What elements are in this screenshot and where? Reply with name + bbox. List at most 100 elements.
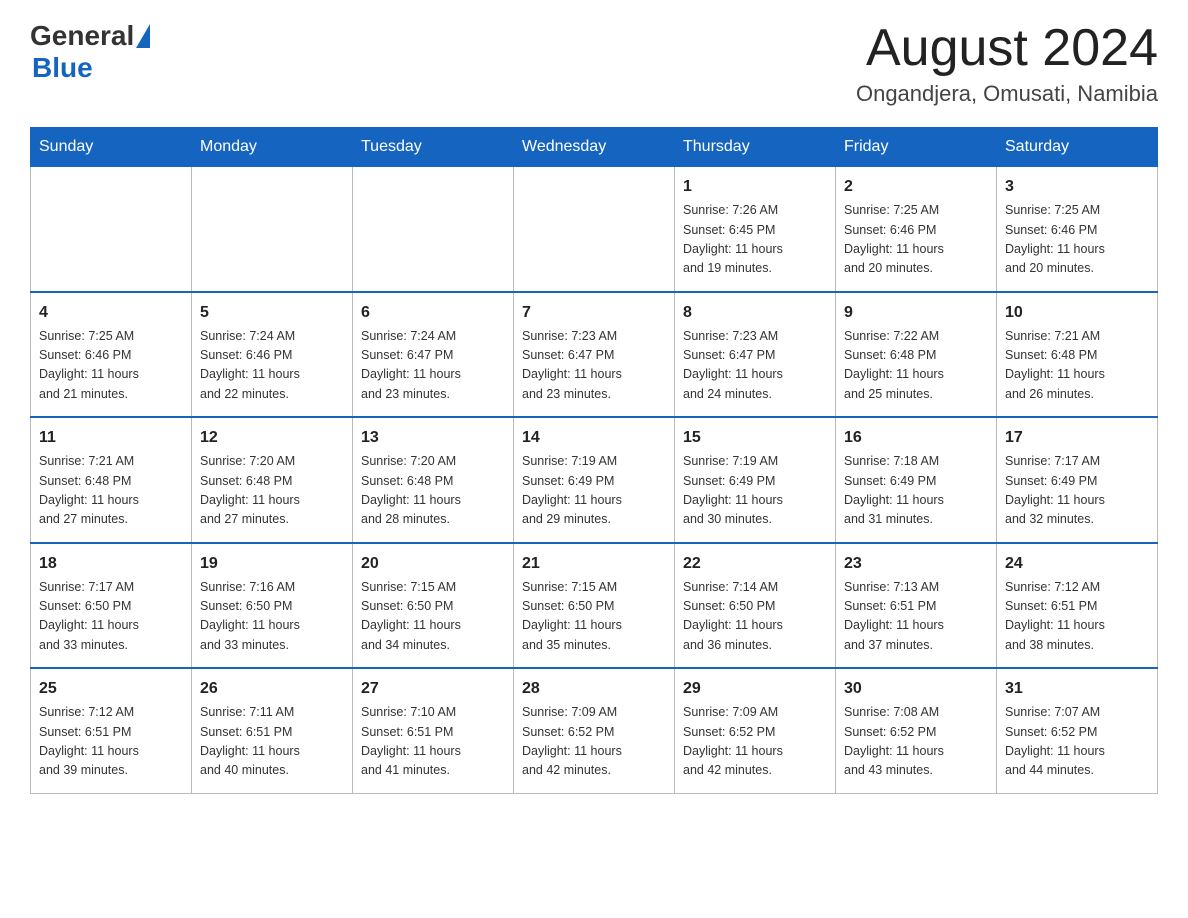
day-number: 30 bbox=[844, 677, 988, 701]
day-number: 14 bbox=[522, 426, 666, 450]
calendar-day-cell bbox=[353, 167, 514, 292]
calendar-day-cell: 29Sunrise: 7:09 AMSunset: 6:52 PMDayligh… bbox=[675, 668, 836, 793]
day-info: Sunrise: 7:19 AMSunset: 6:49 PMDaylight:… bbox=[522, 452, 666, 530]
calendar-day-cell: 20Sunrise: 7:15 AMSunset: 6:50 PMDayligh… bbox=[353, 543, 514, 669]
day-number: 24 bbox=[1005, 552, 1149, 576]
calendar-day-cell: 31Sunrise: 7:07 AMSunset: 6:52 PMDayligh… bbox=[997, 668, 1158, 793]
calendar-day-cell: 1Sunrise: 7:26 AMSunset: 6:45 PMDaylight… bbox=[675, 167, 836, 292]
day-of-week-header: Saturday bbox=[997, 128, 1158, 167]
day-info: Sunrise: 7:13 AMSunset: 6:51 PMDaylight:… bbox=[844, 578, 988, 656]
day-number: 3 bbox=[1005, 175, 1149, 199]
calendar-day-cell: 18Sunrise: 7:17 AMSunset: 6:50 PMDayligh… bbox=[31, 543, 192, 669]
day-number: 31 bbox=[1005, 677, 1149, 701]
calendar-day-cell: 25Sunrise: 7:12 AMSunset: 6:51 PMDayligh… bbox=[31, 668, 192, 793]
day-number: 18 bbox=[39, 552, 183, 576]
day-number: 16 bbox=[844, 426, 988, 450]
calendar-day-cell bbox=[514, 167, 675, 292]
calendar-day-cell: 17Sunrise: 7:17 AMSunset: 6:49 PMDayligh… bbox=[997, 417, 1158, 543]
calendar-day-cell: 27Sunrise: 7:10 AMSunset: 6:51 PMDayligh… bbox=[353, 668, 514, 793]
day-info: Sunrise: 7:21 AMSunset: 6:48 PMDaylight:… bbox=[1005, 327, 1149, 405]
day-number: 5 bbox=[200, 301, 344, 325]
calendar-day-cell: 14Sunrise: 7:19 AMSunset: 6:49 PMDayligh… bbox=[514, 417, 675, 543]
day-number: 6 bbox=[361, 301, 505, 325]
page-header: General Blue August 2024 Ongandjera, Omu… bbox=[30, 20, 1158, 107]
day-number: 20 bbox=[361, 552, 505, 576]
title-section: August 2024 Ongandjera, Omusati, Namibia bbox=[856, 20, 1158, 107]
day-info: Sunrise: 7:24 AMSunset: 6:46 PMDaylight:… bbox=[200, 327, 344, 405]
day-number: 12 bbox=[200, 426, 344, 450]
calendar-day-cell bbox=[192, 167, 353, 292]
day-info: Sunrise: 7:17 AMSunset: 6:50 PMDaylight:… bbox=[39, 578, 183, 656]
day-info: Sunrise: 7:24 AMSunset: 6:47 PMDaylight:… bbox=[361, 327, 505, 405]
day-number: 28 bbox=[522, 677, 666, 701]
day-info: Sunrise: 7:12 AMSunset: 6:51 PMDaylight:… bbox=[1005, 578, 1149, 656]
calendar-week-row: 4Sunrise: 7:25 AMSunset: 6:46 PMDaylight… bbox=[31, 292, 1158, 418]
calendar-day-cell: 16Sunrise: 7:18 AMSunset: 6:49 PMDayligh… bbox=[836, 417, 997, 543]
day-info: Sunrise: 7:25 AMSunset: 6:46 PMDaylight:… bbox=[39, 327, 183, 405]
day-of-week-header: Wednesday bbox=[514, 128, 675, 167]
calendar-day-cell: 5Sunrise: 7:24 AMSunset: 6:46 PMDaylight… bbox=[192, 292, 353, 418]
calendar-header-row: SundayMondayTuesdayWednesdayThursdayFrid… bbox=[31, 128, 1158, 167]
logo-triangle-icon bbox=[136, 24, 150, 48]
calendar-day-cell: 15Sunrise: 7:19 AMSunset: 6:49 PMDayligh… bbox=[675, 417, 836, 543]
day-of-week-header: Friday bbox=[836, 128, 997, 167]
day-info: Sunrise: 7:11 AMSunset: 6:51 PMDaylight:… bbox=[200, 703, 344, 781]
calendar-table: SundayMondayTuesdayWednesdayThursdayFrid… bbox=[30, 127, 1158, 794]
day-info: Sunrise: 7:07 AMSunset: 6:52 PMDaylight:… bbox=[1005, 703, 1149, 781]
day-number: 17 bbox=[1005, 426, 1149, 450]
day-number: 4 bbox=[39, 301, 183, 325]
day-number: 26 bbox=[200, 677, 344, 701]
day-info: Sunrise: 7:23 AMSunset: 6:47 PMDaylight:… bbox=[683, 327, 827, 405]
day-number: 7 bbox=[522, 301, 666, 325]
calendar-day-cell: 13Sunrise: 7:20 AMSunset: 6:48 PMDayligh… bbox=[353, 417, 514, 543]
day-info: Sunrise: 7:15 AMSunset: 6:50 PMDaylight:… bbox=[361, 578, 505, 656]
day-info: Sunrise: 7:20 AMSunset: 6:48 PMDaylight:… bbox=[361, 452, 505, 530]
logo-general-text: General bbox=[30, 20, 134, 52]
calendar-day-cell: 6Sunrise: 7:24 AMSunset: 6:47 PMDaylight… bbox=[353, 292, 514, 418]
calendar-day-cell: 24Sunrise: 7:12 AMSunset: 6:51 PMDayligh… bbox=[997, 543, 1158, 669]
day-of-week-header: Tuesday bbox=[353, 128, 514, 167]
calendar-week-row: 1Sunrise: 7:26 AMSunset: 6:45 PMDaylight… bbox=[31, 167, 1158, 292]
day-number: 22 bbox=[683, 552, 827, 576]
location-subtitle: Ongandjera, Omusati, Namibia bbox=[856, 81, 1158, 107]
day-of-week-header: Sunday bbox=[31, 128, 192, 167]
day-info: Sunrise: 7:19 AMSunset: 6:49 PMDaylight:… bbox=[683, 452, 827, 530]
day-number: 8 bbox=[683, 301, 827, 325]
day-info: Sunrise: 7:15 AMSunset: 6:50 PMDaylight:… bbox=[522, 578, 666, 656]
day-info: Sunrise: 7:25 AMSunset: 6:46 PMDaylight:… bbox=[1005, 201, 1149, 279]
calendar-week-row: 18Sunrise: 7:17 AMSunset: 6:50 PMDayligh… bbox=[31, 543, 1158, 669]
day-number: 11 bbox=[39, 426, 183, 450]
day-info: Sunrise: 7:23 AMSunset: 6:47 PMDaylight:… bbox=[522, 327, 666, 405]
day-info: Sunrise: 7:17 AMSunset: 6:49 PMDaylight:… bbox=[1005, 452, 1149, 530]
calendar-week-row: 11Sunrise: 7:21 AMSunset: 6:48 PMDayligh… bbox=[31, 417, 1158, 543]
day-info: Sunrise: 7:12 AMSunset: 6:51 PMDaylight:… bbox=[39, 703, 183, 781]
calendar-day-cell: 7Sunrise: 7:23 AMSunset: 6:47 PMDaylight… bbox=[514, 292, 675, 418]
day-number: 13 bbox=[361, 426, 505, 450]
calendar-day-cell: 9Sunrise: 7:22 AMSunset: 6:48 PMDaylight… bbox=[836, 292, 997, 418]
day-info: Sunrise: 7:16 AMSunset: 6:50 PMDaylight:… bbox=[200, 578, 344, 656]
day-number: 29 bbox=[683, 677, 827, 701]
day-number: 15 bbox=[683, 426, 827, 450]
calendar-day-cell: 30Sunrise: 7:08 AMSunset: 6:52 PMDayligh… bbox=[836, 668, 997, 793]
day-number: 10 bbox=[1005, 301, 1149, 325]
calendar-day-cell: 28Sunrise: 7:09 AMSunset: 6:52 PMDayligh… bbox=[514, 668, 675, 793]
day-info: Sunrise: 7:08 AMSunset: 6:52 PMDaylight:… bbox=[844, 703, 988, 781]
calendar-day-cell: 10Sunrise: 7:21 AMSunset: 6:48 PMDayligh… bbox=[997, 292, 1158, 418]
calendar-day-cell: 21Sunrise: 7:15 AMSunset: 6:50 PMDayligh… bbox=[514, 543, 675, 669]
logo: General Blue bbox=[30, 20, 150, 84]
day-info: Sunrise: 7:18 AMSunset: 6:49 PMDaylight:… bbox=[844, 452, 988, 530]
calendar-day-cell: 8Sunrise: 7:23 AMSunset: 6:47 PMDaylight… bbox=[675, 292, 836, 418]
calendar-day-cell: 22Sunrise: 7:14 AMSunset: 6:50 PMDayligh… bbox=[675, 543, 836, 669]
day-number: 19 bbox=[200, 552, 344, 576]
calendar-day-cell: 12Sunrise: 7:20 AMSunset: 6:48 PMDayligh… bbox=[192, 417, 353, 543]
day-number: 21 bbox=[522, 552, 666, 576]
calendar-week-row: 25Sunrise: 7:12 AMSunset: 6:51 PMDayligh… bbox=[31, 668, 1158, 793]
day-number: 2 bbox=[844, 175, 988, 199]
day-number: 25 bbox=[39, 677, 183, 701]
logo-blue-text: Blue bbox=[32, 52, 93, 84]
month-title: August 2024 bbox=[856, 20, 1158, 77]
day-info: Sunrise: 7:21 AMSunset: 6:48 PMDaylight:… bbox=[39, 452, 183, 530]
day-info: Sunrise: 7:14 AMSunset: 6:50 PMDaylight:… bbox=[683, 578, 827, 656]
calendar-day-cell: 11Sunrise: 7:21 AMSunset: 6:48 PMDayligh… bbox=[31, 417, 192, 543]
calendar-day-cell: 4Sunrise: 7:25 AMSunset: 6:46 PMDaylight… bbox=[31, 292, 192, 418]
